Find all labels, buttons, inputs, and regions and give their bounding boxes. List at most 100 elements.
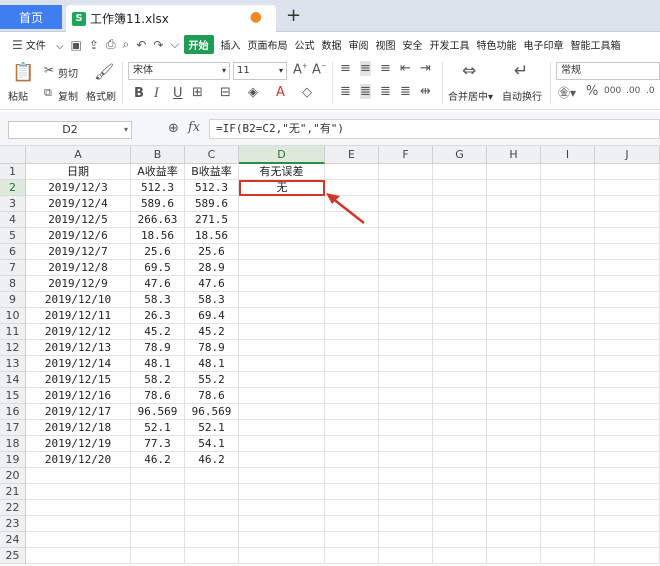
align-top-icon[interactable]: ≡ (340, 61, 351, 76)
empty-cell[interactable] (379, 372, 433, 388)
table-cell[interactable]: 78.9 (131, 340, 185, 356)
menu-file[interactable]: 文件 ⌵ (26, 37, 64, 52)
font-size-select[interactable]: 11 ▾ (233, 62, 287, 80)
font-name-select[interactable]: 宋体 ▾ (128, 62, 230, 80)
empty-cell[interactable] (433, 340, 487, 356)
empty-cell[interactable] (595, 404, 660, 420)
table-cell[interactable]: 47.6 (131, 276, 185, 292)
menu-start[interactable]: 开始 (183, 35, 214, 54)
empty-cell[interactable] (541, 452, 595, 468)
empty-cell[interactable] (595, 548, 660, 564)
empty-cell[interactable] (325, 420, 379, 436)
empty-cell[interactable] (541, 388, 595, 404)
empty-cell[interactable] (325, 388, 379, 404)
empty-cell[interactable] (595, 516, 660, 532)
empty-cell[interactable] (595, 244, 660, 260)
empty-cell[interactable] (325, 452, 379, 468)
table-cell[interactable] (239, 420, 325, 436)
empty-cell[interactable] (487, 404, 541, 420)
table-cell[interactable]: 2019/12/13 (26, 340, 131, 356)
table-cell[interactable]: 18.56 (185, 228, 239, 244)
paste-button[interactable]: 粘贴 (8, 88, 28, 103)
distributed-icon[interactable]: ⇹ (420, 84, 431, 99)
table-cell[interactable] (239, 244, 325, 260)
export-icon[interactable]: ⇪ (89, 38, 99, 52)
empty-cell[interactable] (379, 324, 433, 340)
table-cell[interactable]: 78.9 (185, 340, 239, 356)
table-cell[interactable] (239, 276, 325, 292)
empty-cell[interactable] (26, 484, 131, 500)
empty-cell[interactable] (541, 292, 595, 308)
table-cell[interactable]: 2019/12/17 (26, 404, 131, 420)
table-cell[interactable]: 58.2 (131, 372, 185, 388)
empty-cell[interactable] (131, 484, 185, 500)
row-header[interactable]: 11 (0, 324, 26, 340)
table-cell[interactable] (239, 324, 325, 340)
empty-cell[interactable] (487, 196, 541, 212)
empty-cell[interactable] (185, 532, 239, 548)
table-cell[interactable]: 55.2 (185, 372, 239, 388)
table-cell[interactable]: 46.2 (185, 452, 239, 468)
table-cell[interactable]: 45.2 (131, 324, 185, 340)
row-header[interactable]: 22 (0, 500, 26, 516)
table-cell[interactable] (239, 292, 325, 308)
empty-cell[interactable] (595, 340, 660, 356)
empty-cell[interactable] (487, 180, 541, 196)
header-cell[interactable]: 有无误差 (239, 164, 325, 180)
table-cell[interactable]: 2019/12/15 (26, 372, 131, 388)
empty-cell[interactable] (595, 196, 660, 212)
empty-cell[interactable] (595, 260, 660, 276)
empty-cell[interactable] (379, 180, 433, 196)
font-color-icon[interactable]: A (276, 85, 285, 100)
cut-button[interactable]: 剪切 (58, 65, 78, 80)
empty-cell[interactable] (26, 532, 131, 548)
empty-cell[interactable] (595, 532, 660, 548)
empty-cell[interactable] (541, 356, 595, 372)
empty-cell[interactable] (541, 484, 595, 500)
table-cell[interactable]: 46.2 (131, 452, 185, 468)
cut-icon[interactable]: ✂ (44, 63, 54, 77)
underline-icon[interactable]: U (173, 86, 183, 101)
menu-formula[interactable]: 公式 (295, 37, 315, 52)
empty-cell[interactable] (487, 468, 541, 484)
empty-cell[interactable] (487, 244, 541, 260)
table-cell[interactable]: 2019/12/11 (26, 308, 131, 324)
undo-icon[interactable]: ↶ (136, 38, 146, 52)
row-header[interactable]: 1 (0, 164, 26, 180)
empty-cell[interactable] (325, 356, 379, 372)
row-header[interactable]: 6 (0, 244, 26, 260)
empty-cell[interactable] (131, 516, 185, 532)
empty-cell[interactable] (379, 452, 433, 468)
empty-cell[interactable] (379, 244, 433, 260)
empty-cell[interactable] (487, 340, 541, 356)
select-all-corner[interactable] (0, 146, 26, 164)
table-cell[interactable] (239, 212, 325, 228)
row-header[interactable]: 17 (0, 420, 26, 436)
table-cell[interactable]: 2019/12/4 (26, 196, 131, 212)
print-preview-icon[interactable]: ⌕ (123, 37, 130, 52)
number-format-select[interactable]: 常规 (556, 62, 660, 80)
table-cell[interactable]: 2019/12/5 (26, 212, 131, 228)
empty-cell[interactable] (325, 372, 379, 388)
row-header[interactable]: 14 (0, 372, 26, 388)
menu-view[interactable]: 视图 (376, 37, 396, 52)
clear-format-icon[interactable]: ◇ (302, 85, 312, 100)
row-header[interactable]: 10 (0, 308, 26, 324)
empty-cell[interactable] (487, 484, 541, 500)
empty-cell[interactable] (595, 356, 660, 372)
empty-cell[interactable] (487, 388, 541, 404)
italic-icon[interactable]: I (154, 86, 159, 101)
table-cell[interactable]: 512.3 (131, 180, 185, 196)
bold-icon[interactable]: B (134, 86, 144, 101)
table-cell[interactable]: 96.569 (185, 404, 239, 420)
empty-cell[interactable] (26, 516, 131, 532)
table-cell[interactable]: 589.6 (131, 196, 185, 212)
empty-cell[interactable] (433, 548, 487, 564)
empty-cell[interactable] (379, 212, 433, 228)
empty-cell[interactable] (26, 468, 131, 484)
empty-cell[interactable] (541, 468, 595, 484)
table-cell[interactable]: 52.1 (185, 420, 239, 436)
table-cell[interactable]: 2019/12/19 (26, 436, 131, 452)
empty-cell[interactable] (433, 532, 487, 548)
decrease-decimal-icon[interactable]: .0 (646, 86, 655, 96)
